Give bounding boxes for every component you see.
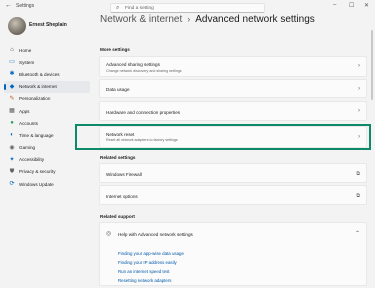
help-globe-icon: ◎ xyxy=(106,231,112,237)
brush-icon: ✎ xyxy=(9,95,15,102)
app-title: Settings xyxy=(16,3,35,9)
external-link-icon: ⧉ xyxy=(356,171,360,177)
sidebar-item-label: Apps xyxy=(19,108,30,114)
apps-icon: ▦ xyxy=(9,107,15,114)
accounts-icon: ● xyxy=(10,120,14,127)
avatar[interactable] xyxy=(8,17,26,35)
sidebar-item-label: Network & internet xyxy=(19,84,57,90)
maximize-icon[interactable]: ☐ xyxy=(349,2,354,9)
sidebar-item-apps[interactable]: ▦ Apps xyxy=(4,105,90,117)
sidebar-item-label: System xyxy=(19,59,35,65)
card-title: Advanced sharing settings xyxy=(106,62,160,67)
section-related-settings: Related settings xyxy=(100,155,136,160)
highlight-box xyxy=(75,124,371,150)
card-subtitle: Change network discovery and sharing set… xyxy=(106,68,182,73)
chevron-up-icon[interactable]: ⌃ xyxy=(355,230,360,237)
advanced-sharing-settings-card[interactable]: Advanced sharing settings Change network… xyxy=(99,56,367,77)
bluetooth-icon: ✱ xyxy=(9,71,15,78)
breadcrumb-current: Advanced network settings xyxy=(195,14,315,25)
update-icon: ⟳ xyxy=(9,181,15,188)
profile-name: Ernest Sheplain xyxy=(29,22,67,28)
section-related-support: Related support xyxy=(100,214,135,219)
data-usage-card[interactable]: Data usage › xyxy=(99,79,367,98)
search-box[interactable]: ⌕ Find a setting xyxy=(110,3,265,13)
page-title: Network & internet › Advanced network sett… xyxy=(100,14,315,25)
external-link-icon: ⧉ xyxy=(356,193,360,199)
sidebar-nav: ⌂ Home ▭ System ✱ Bluetooth & devices ◆ Network… xyxy=(4,44,90,190)
support-header[interactable]: Help with Advanced network settings xyxy=(118,232,193,237)
system-icon: ▭ xyxy=(9,59,15,66)
breadcrumb-separator: › xyxy=(187,14,191,24)
sidebar-item-accessibility[interactable]: ✦ Accessibility xyxy=(4,154,90,166)
sidebar-item-label: Windows Update xyxy=(19,181,54,187)
support-link[interactable]: Run an internet speed test xyxy=(118,269,170,274)
related-support-panel: ◎ Help with Advanced network settings ⌃ … xyxy=(99,222,367,286)
chevron-right-icon: › xyxy=(358,108,360,114)
scrollbar[interactable] xyxy=(371,30,373,100)
title-bar: ← Settings ⌕ Find a setting – ☐ ✕ xyxy=(0,0,375,14)
sidebar-item-label: Time & language xyxy=(19,132,54,138)
sidebar-item-privacy-security[interactable]: ⛊ Privacy & security xyxy=(4,166,90,178)
chevron-right-icon: › xyxy=(358,85,360,92)
back-arrow-icon[interactable]: ← xyxy=(5,2,12,9)
accessibility-icon: ✦ xyxy=(9,156,15,163)
search-icon: ⌕ xyxy=(116,5,120,11)
support-link[interactable]: Finding your IP address easily xyxy=(118,260,177,265)
section-more-settings: More settings xyxy=(100,47,130,52)
card-title: Internet options xyxy=(106,193,138,199)
sidebar-item-system[interactable]: ▭ System xyxy=(4,56,90,68)
sidebar-item-bluetooth-devices[interactable]: ✱ Bluetooth & devices xyxy=(4,68,90,80)
hardware-connection-properties-card[interactable]: Hardware and connection properties › xyxy=(99,101,367,121)
card-title: Hardware and connection properties xyxy=(106,109,181,115)
breadcrumb-network[interactable]: Network & internet xyxy=(100,14,182,25)
user-profile[interactable]: Ernest Sheplain xyxy=(8,17,88,35)
sidebar-item-windows-update[interactable]: ⟳ Windows Update xyxy=(4,178,90,190)
sidebar-item-label: Accounts xyxy=(19,120,38,126)
internet-options-card[interactable]: Internet options ⧉ xyxy=(99,185,367,205)
close-icon[interactable]: ✕ xyxy=(364,2,369,9)
sidebar-item-label: Home xyxy=(19,47,32,53)
sidebar-item-network-internet[interactable]: ◆ Network & internet xyxy=(4,80,90,93)
chevron-right-icon: › xyxy=(358,63,360,69)
sidebar-item-personalization[interactable]: ✎ Personalization xyxy=(4,93,90,105)
globe-icon: ◐ xyxy=(10,132,14,139)
sidebar-item-label: Accessibility xyxy=(19,157,45,163)
windows-firewall-card[interactable]: Windows Firewall ⧉ xyxy=(99,163,367,183)
sidebar-item-home[interactable]: ⌂ Home xyxy=(4,44,90,56)
sidebar-item-label: Personalization xyxy=(19,96,51,102)
support-link[interactable]: Finding your app-wise data usage xyxy=(118,251,184,256)
sidebar-item-label: Privacy & security xyxy=(19,169,56,175)
network-icon: ◆ xyxy=(9,83,15,90)
minimize-icon[interactable]: – xyxy=(333,2,336,8)
sidebar-item-label: Bluetooth & devices xyxy=(19,71,60,77)
shield-icon: ⛊ xyxy=(9,168,15,175)
search-placeholder[interactable]: Find a setting xyxy=(125,6,154,11)
sidebar-item-label: Gaming xyxy=(19,145,36,151)
card-title: Windows Firewall xyxy=(106,171,142,177)
gaming-icon: ◉ xyxy=(9,144,15,151)
support-link[interactable]: Resetting network adapters xyxy=(118,278,171,283)
card-title: Data usage xyxy=(106,87,130,92)
home-icon: ⌂ xyxy=(10,47,14,53)
